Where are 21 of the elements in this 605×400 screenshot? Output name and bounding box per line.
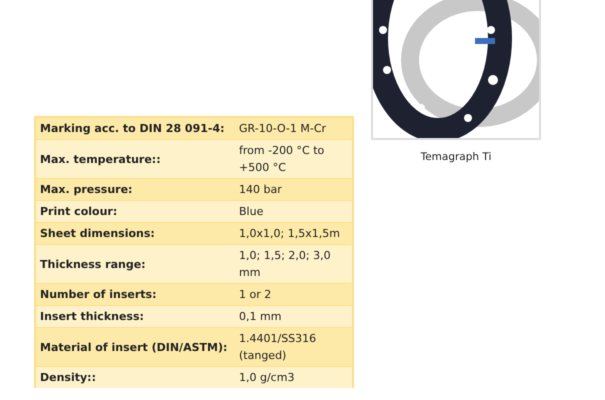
- spec-value: Blue: [235, 201, 352, 222]
- spec-value: 1 or 2: [235, 284, 352, 305]
- spec-label: Max. pressure:: [36, 179, 235, 200]
- spec-value: GR-10-O-1 M-Cr: [235, 118, 352, 139]
- spec-label: Print colour:: [36, 201, 235, 222]
- spec-value: 140 bar: [235, 179, 352, 200]
- spec-value: 1.4401/SS316 (tanged): [235, 328, 352, 366]
- spec-label: Insert thickness:: [36, 306, 235, 327]
- spec-label: Density::: [36, 367, 235, 388]
- image-caption: Temagraph Ti: [420, 151, 492, 163]
- spec-value: 1,0 g/cm3: [235, 367, 352, 388]
- spec-label: Number of inserts:: [36, 284, 235, 305]
- spec-label: Thickness range:: [36, 245, 235, 283]
- spec-value: from -200 °C to +500 °C: [235, 140, 352, 178]
- spec-label: Max. temperature::: [36, 140, 235, 178]
- spec-value: 1,0x1,0; 1,5x1,5m: [235, 223, 352, 244]
- spec-label: Marking acc. to DIN 28 091-4:: [36, 118, 235, 139]
- spec-label: Material of insert (DIN/ASTM):: [36, 328, 235, 366]
- spec-value: 1,0; 1,5; 2,0; 3,0 mm: [235, 245, 352, 283]
- spec-label: Sheet dimensions:: [36, 223, 235, 244]
- spec-value: 0,1 mm: [235, 306, 352, 327]
